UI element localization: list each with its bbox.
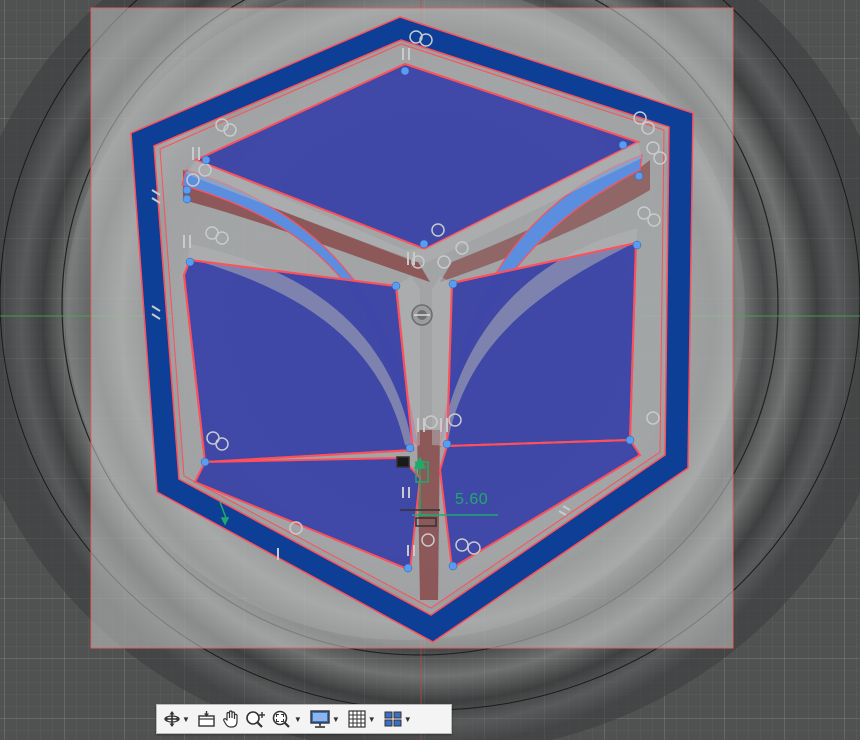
grid-snaps-icon: [348, 710, 366, 728]
dimension-value[interactable]: 5.60: [455, 491, 488, 509]
sketch-scene: [0, 0, 860, 740]
viewports-button[interactable]: ▼: [381, 707, 417, 731]
look-at-button[interactable]: [195, 707, 219, 731]
zoom-icon: [246, 711, 265, 728]
viewports-icon: [384, 711, 402, 727]
canvas-viewport[interactable]: 5.60: [0, 0, 860, 740]
viewports-menu-caret-icon[interactable]: ▼: [404, 715, 412, 724]
look-at-icon: [198, 711, 215, 727]
display-settings-icon: [310, 710, 330, 728]
fit-menu-caret-icon[interactable]: ▼: [294, 715, 302, 724]
pan-icon: [222, 710, 238, 728]
orbit-icon: [164, 711, 180, 727]
origin-marker[interactable]: [411, 304, 433, 326]
navigation-toolbar: ▼ ▼ ▼ ▼ ▼: [156, 704, 452, 734]
orbit-button[interactable]: ▼: [161, 707, 195, 731]
grid-menu-caret-icon[interactable]: ▼: [368, 715, 376, 724]
display-settings-button[interactable]: ▼: [307, 707, 345, 731]
fit-button[interactable]: ▼: [269, 707, 307, 731]
grid-snaps-button[interactable]: ▼: [345, 707, 381, 731]
zoom-button[interactable]: [243, 707, 269, 731]
orbit-menu-caret-icon[interactable]: ▼: [182, 715, 190, 724]
fit-icon: [272, 710, 290, 728]
pan-button[interactable]: [219, 707, 243, 731]
display-menu-caret-icon[interactable]: ▼: [332, 715, 340, 724]
